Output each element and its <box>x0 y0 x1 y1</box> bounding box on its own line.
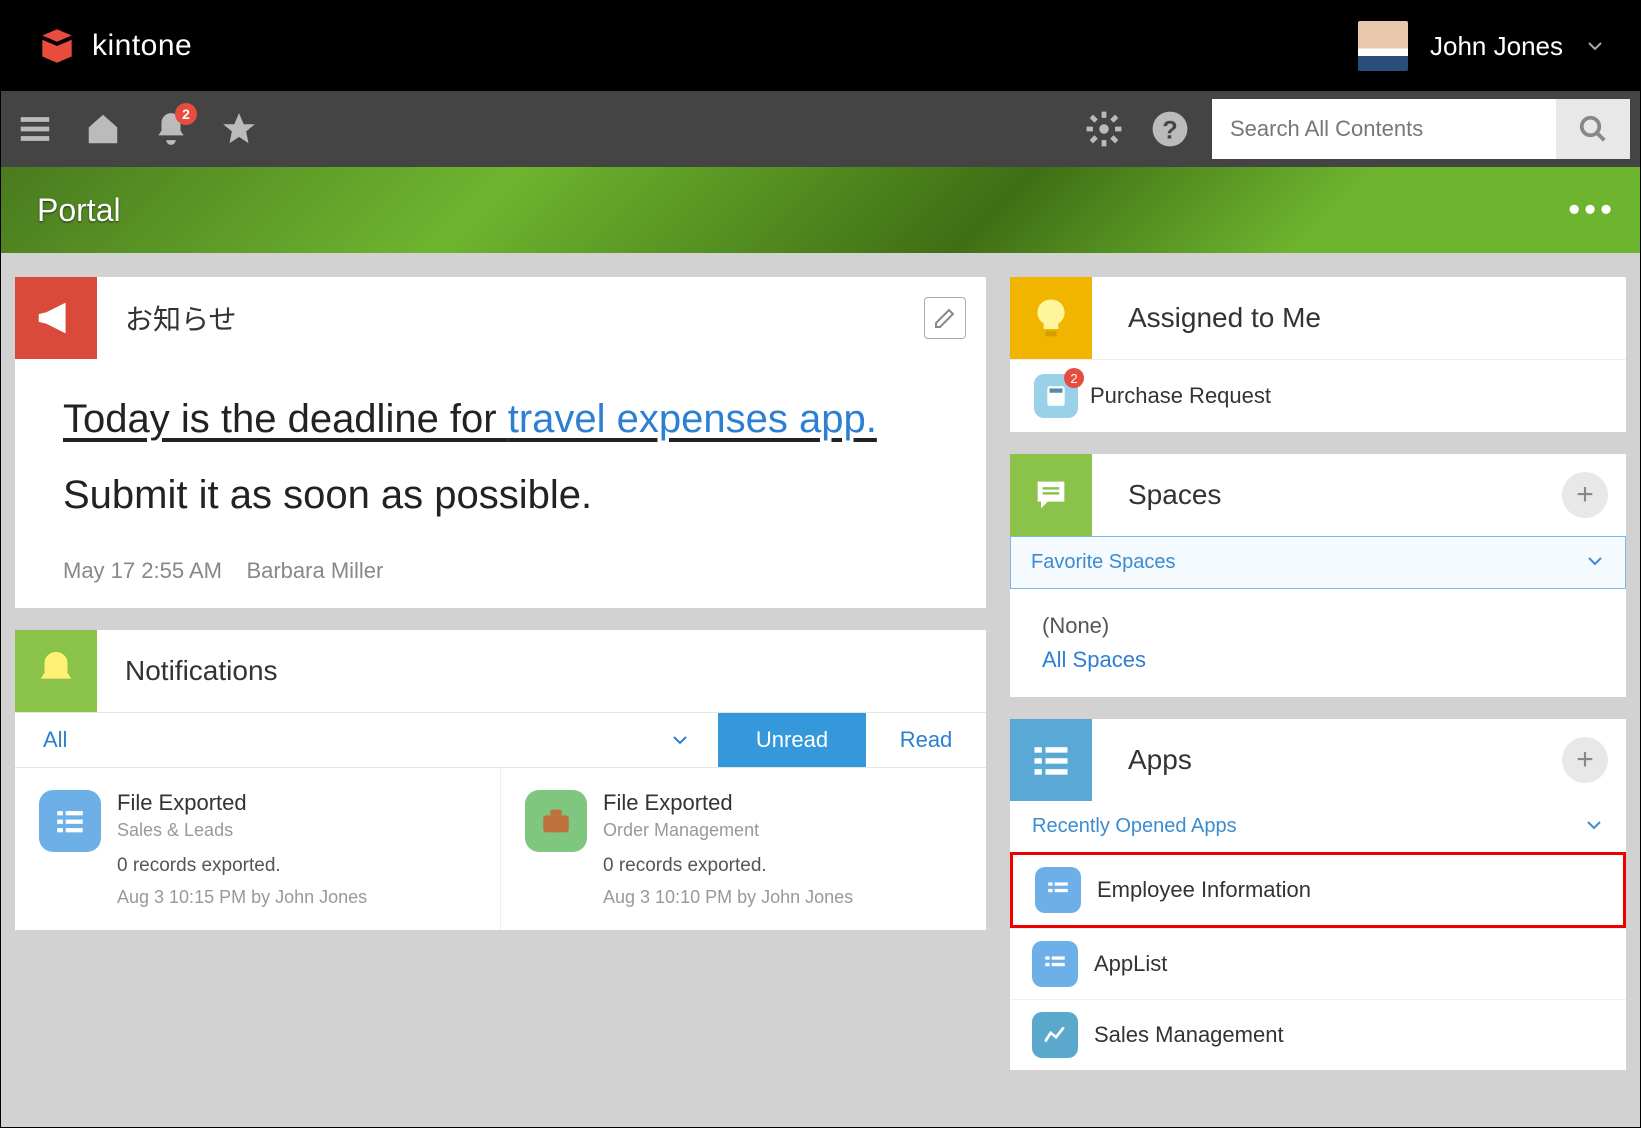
calculator-icon: 2 <box>1034 374 1078 418</box>
chevron-down-icon <box>670 730 690 750</box>
portal-banner: Portal ••• <box>1 167 1640 253</box>
bell-panel-icon <box>15 630 97 712</box>
assigned-item[interactable]: 2 Purchase Request <box>1010 359 1626 432</box>
tab-unread[interactable]: Unread <box>718 713 866 767</box>
svg-text:?: ? <box>1162 117 1177 145</box>
user-name: John Jones <box>1430 31 1563 62</box>
apps-title: Apps <box>1092 744 1562 776</box>
avatar <box>1358 21 1408 71</box>
megaphone-icon <box>15 277 97 359</box>
plus-icon: + <box>1576 743 1594 777</box>
notifications-title: Notifications <box>97 655 986 687</box>
app-row-applist[interactable]: AppList <box>1010 928 1626 999</box>
spaces-dropdown[interactable]: Favorite Spaces <box>1010 536 1626 589</box>
add-space-button[interactable]: + <box>1562 472 1608 518</box>
chevron-down-icon <box>1584 815 1604 838</box>
app-row-employee-info[interactable]: Employee Information <box>1010 852 1626 928</box>
add-app-button[interactable]: + <box>1562 737 1608 783</box>
apps-dropdown[interactable]: Recently Opened Apps <box>1010 801 1626 852</box>
announce-title: お知らせ <box>97 298 924 338</box>
apps-icon <box>1010 719 1092 801</box>
help-icon[interactable]: ? <box>1146 105 1194 153</box>
search-button[interactable] <box>1556 99 1630 159</box>
assigned-panel: Assigned to Me 2 Purchase Request <box>1010 277 1626 432</box>
spaces-panel: Spaces + Favorite Spaces (None) All Spac… <box>1010 454 1626 697</box>
more-icon[interactable]: ••• <box>1568 191 1616 230</box>
all-spaces-link[interactable]: All Spaces <box>1042 647 1594 673</box>
notifications-panel: Notifications All Unread Read <box>15 630 986 930</box>
gear-icon[interactable] <box>1080 105 1128 153</box>
plus-icon: + <box>1576 478 1594 512</box>
page-title: Portal <box>37 192 121 229</box>
app-row-label: AppList <box>1094 951 1167 977</box>
search-input[interactable] <box>1212 99 1556 159</box>
app-row-label: Employee Information <box>1097 877 1311 903</box>
chevron-down-icon <box>1585 36 1605 56</box>
assigned-title: Assigned to Me <box>1092 302 1626 334</box>
list-icon <box>1035 867 1081 913</box>
brand-logo-icon <box>36 25 78 67</box>
notification-item[interactable]: File Exported Order Management 0 records… <box>501 768 986 930</box>
notification-badge: 2 <box>175 103 197 125</box>
chevron-down-icon <box>1585 551 1605 574</box>
apps-panel: Apps + Recently Opened Apps Employee Inf… <box>1010 719 1626 1070</box>
bell-icon[interactable]: 2 <box>147 105 195 153</box>
briefcase-icon <box>525 790 587 852</box>
spaces-title: Spaces <box>1092 479 1562 511</box>
user-menu[interactable]: John Jones <box>1358 21 1605 71</box>
assigned-item-label: Purchase Request <box>1090 383 1271 409</box>
topbar: kintone John Jones <box>1 1 1640 91</box>
announce-headline: Today is the deadline for travel expense… <box>63 387 950 451</box>
notification-item[interactable]: File Exported Sales & Leads 0 records ex… <box>15 768 501 930</box>
announce-subline: Submit it as soon as possible. <box>63 473 950 518</box>
search-icon <box>1578 114 1608 144</box>
star-icon[interactable] <box>215 105 263 153</box>
brand-text: kintone <box>92 29 192 63</box>
chart-icon <box>1032 1012 1078 1058</box>
list-icon <box>39 790 101 852</box>
tab-all[interactable]: All <box>15 713 718 767</box>
travel-expenses-link[interactable]: travel expenses app. <box>508 397 877 441</box>
speech-bubble-icon <box>1010 454 1092 536</box>
announce-panel: お知らせ Today is the deadline for travel ex… <box>15 277 986 608</box>
announce-meta: May 17 2:55 AM Barbara Miller <box>63 558 950 584</box>
brand[interactable]: kintone <box>36 25 192 67</box>
app-row-sales-mgmt[interactable]: Sales Management <box>1010 999 1626 1070</box>
tab-read[interactable]: Read <box>866 713 986 767</box>
app-row-label: Sales Management <box>1094 1022 1284 1048</box>
pencil-icon <box>933 306 957 330</box>
spaces-none-text: (None) <box>1042 613 1594 639</box>
edit-button[interactable] <box>924 297 966 339</box>
lightbulb-icon <box>1010 277 1092 359</box>
menu-icon[interactable] <box>11 105 59 153</box>
assigned-badge: 2 <box>1064 368 1084 388</box>
home-icon[interactable] <box>79 105 127 153</box>
list-icon <box>1032 941 1078 987</box>
toolbar: 2 ? <box>1 91 1640 167</box>
